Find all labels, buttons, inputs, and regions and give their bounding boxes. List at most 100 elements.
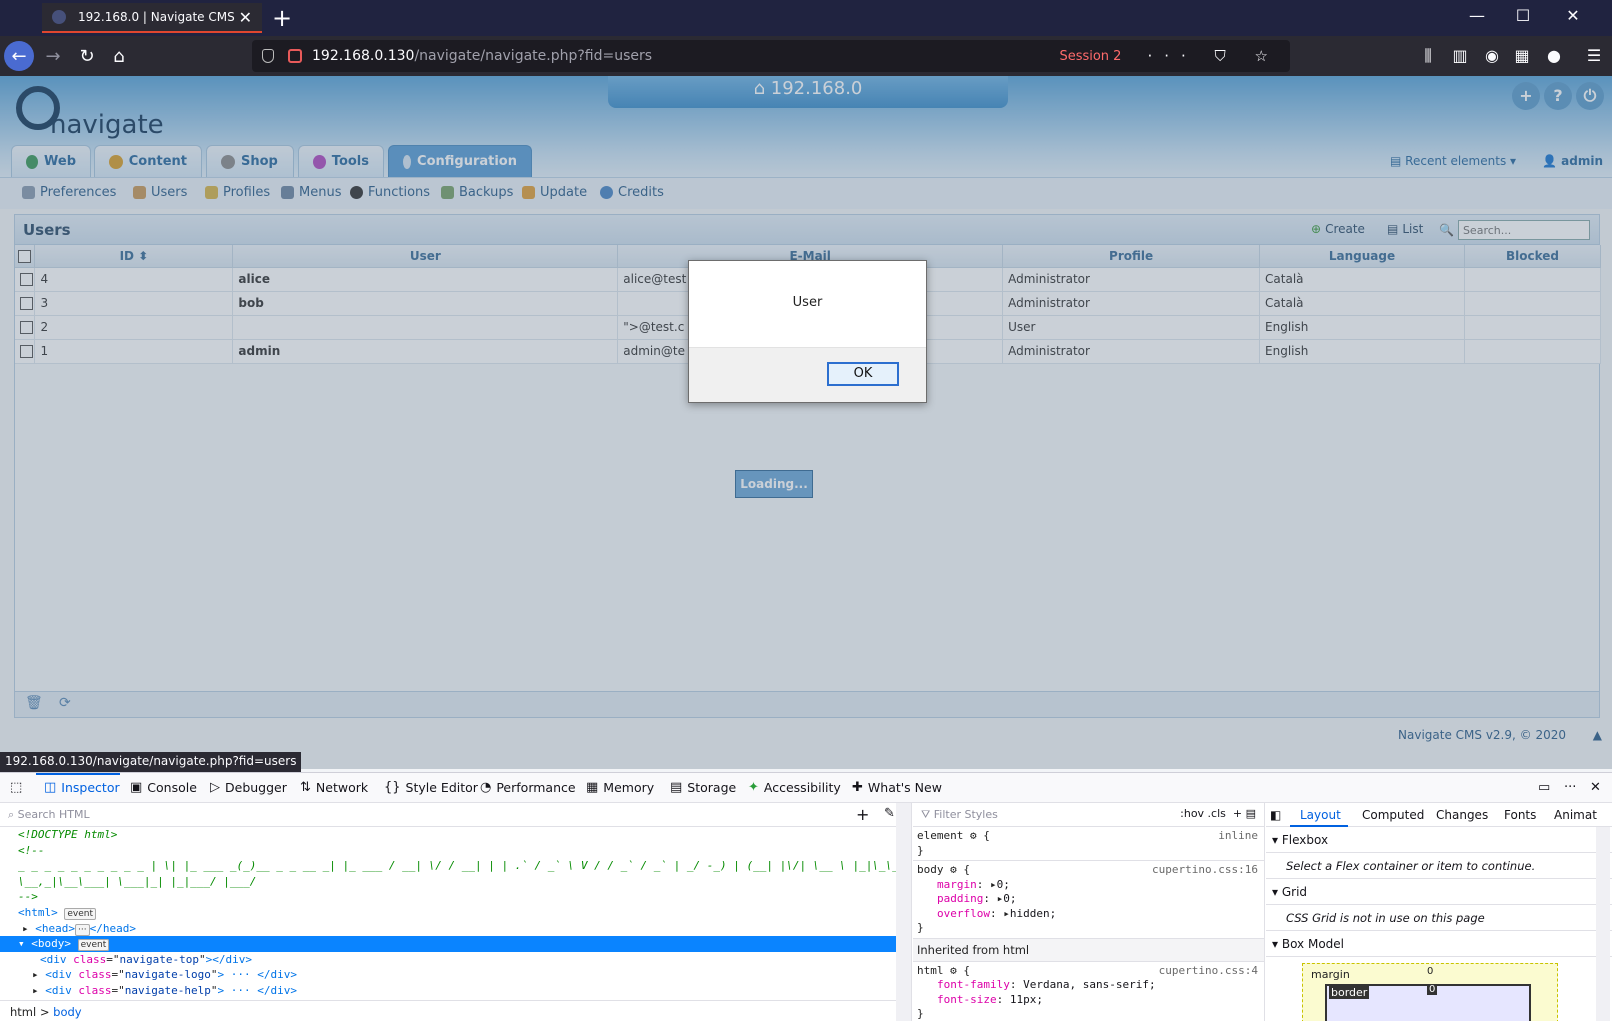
tab-label: Inspector (61, 780, 120, 795)
tab-layout[interactable]: Layout (1300, 808, 1341, 822)
rule-property[interactable]: font-family: Verdana, sans-serif; (917, 978, 1260, 993)
margin-label: margin (1311, 968, 1350, 981)
event-badge[interactable]: event (77, 939, 110, 952)
rule-property[interactable]: overflow: ▸hidden; (917, 907, 1260, 922)
devtools-close-icon[interactable]: ✕ (1590, 780, 1606, 795)
comment-line[interactable]: \__,_|\__\___| \___|_| |_|___/ |___/ (0, 874, 911, 890)
event-badge[interactable]: event (64, 907, 97, 920)
back-button[interactable]: ← (4, 41, 34, 71)
toggle-sidebar-icon[interactable]: ◧ (1270, 808, 1281, 822)
div-node[interactable]: ▸ <div class="navigate-logo"> ··· </div> (0, 967, 911, 983)
tab-computed[interactable]: Computed (1362, 808, 1424, 822)
tab-animations[interactable]: Animat (1554, 808, 1597, 822)
storage-icon: ▤ (670, 780, 683, 795)
element-picker-icon[interactable]: ⬚ (10, 780, 27, 795)
page-actions-icon[interactable]: ··· ⛉ ☆ (1147, 47, 1280, 65)
doctype-line[interactable]: <!DOCTYPE html> (0, 827, 911, 843)
border-value[interactable]: 0 (1427, 984, 1438, 995)
tab-debugger[interactable]: ▷ Debugger (210, 780, 287, 795)
collapsed-badge[interactable]: ··· (75, 923, 90, 936)
dock-toggle-icon[interactable]: ▭ (1538, 780, 1555, 795)
grid-section[interactable]: ▾ Grid (1266, 879, 1612, 905)
rule-source[interactable]: cupertino.css:16 (1152, 863, 1258, 878)
tab-storage[interactable]: ▤ Storage (670, 780, 736, 795)
body-rule[interactable]: body ⚙ { cupertino.css:16 margin: ▸0; pa… (913, 861, 1264, 939)
devtools-menu-icon[interactable]: ··· (1564, 780, 1581, 795)
maximize-window-icon[interactable]: ☐ (1500, 6, 1546, 25)
ok-button[interactable]: OK (827, 362, 899, 386)
rule-property[interactable]: padding: ▸0; (917, 892, 1260, 907)
home-button[interactable]: ⌂ (104, 41, 134, 71)
breadcrumb-body[interactable]: body (53, 1005, 81, 1019)
search-html-field[interactable]: ⌕ Search HTML + ✎ (0, 803, 911, 827)
browser-tab[interactable]: 192.168.0 | Navigate CMS ✕ (42, 3, 262, 33)
tab-label: Network (315, 780, 369, 795)
tab-accessibility[interactable]: ✦ Accessibility (748, 780, 841, 795)
forward-button[interactable]: → (38, 41, 68, 71)
tab-performance[interactable]: ◔ Performance (480, 780, 576, 795)
tab-style-editor[interactable]: {} Style Editor (384, 780, 478, 795)
filter-styles-field[interactable]: ⛛ Filter Styles :hov .cls + ▤ (913, 803, 1264, 827)
html-rule[interactable]: html ⚙ { cupertino.css:4 font-family: Ve… (913, 962, 1264, 1021)
container-icon[interactable]: ● (1544, 46, 1564, 66)
breadcrumb-html[interactable]: html (10, 1005, 36, 1019)
sidebar-icon[interactable]: ▥ (1450, 46, 1470, 66)
section-label: Box Model (1281, 937, 1344, 951)
tag-tail: > ··· </div> (217, 983, 297, 997)
head-node[interactable]: ▸ <head> ··· </head> (0, 921, 911, 937)
prop-name: padding (937, 892, 984, 905)
search-html-placeholder: Search HTML (17, 808, 90, 821)
account-icon[interactable]: ◉ (1482, 46, 1502, 66)
border-label: border (1329, 986, 1370, 999)
close-window-icon[interactable]: ✕ (1550, 6, 1596, 25)
div-node[interactable]: <div class="navigate-top"></div> (0, 952, 911, 968)
class-value: navigate-logo (124, 968, 211, 982)
tab-network[interactable]: ⇅ Network (300, 780, 368, 795)
tab-label: Storage (687, 780, 737, 795)
rule-property[interactable]: font-size: 11px; (917, 993, 1260, 1008)
tab-whats-new[interactable]: ✚ What's New (852, 780, 942, 795)
tab-memory[interactable]: ▦ Memory (586, 780, 654, 795)
rule-property[interactable]: margin: ▸0; (917, 878, 1260, 893)
flexbox-section[interactable]: ▾ Flexbox (1266, 827, 1612, 853)
tab-console[interactable]: ▣ Console (130, 780, 197, 795)
container-session-label[interactable]: Session 2 (1059, 49, 1121, 64)
hov-cls-toggles[interactable]: :hov .cls (1180, 807, 1226, 820)
url-bar[interactable]: 192.168.0.130 /navigate/navigate.php?fid… (252, 40, 1290, 72)
add-node-icon[interactable]: + (856, 805, 869, 824)
comment-line[interactable]: --> (0, 889, 911, 905)
library-icon[interactable]: ⫼ (1418, 46, 1438, 66)
menu-icon[interactable]: ☰ (1584, 46, 1604, 66)
inherited-header: Inherited from html (913, 938, 1264, 962)
comment-line[interactable]: <!-- (0, 843, 911, 859)
box-model-section[interactable]: ▾ Box Model (1266, 931, 1612, 957)
close-tab-icon[interactable]: ✕ (239, 8, 252, 27)
markup-scrollbar[interactable] (896, 803, 911, 1021)
browser-nav-bar: ← → ↻ ⌂ 192.168.0.130 /navigate/navigate… (0, 36, 1612, 76)
div-node[interactable]: ▸ <div class="navigate-help"> ··· </div> (0, 983, 911, 999)
insecure-lock-icon[interactable] (288, 49, 302, 63)
eyedropper-icon[interactable]: ✎ (884, 806, 895, 821)
network-icon: ⇅ (300, 780, 311, 795)
layout-scrollbar[interactable] (1596, 827, 1610, 1021)
active-layout-tab-indicator (1290, 825, 1348, 827)
tab-inspector[interactable]: ◫ Inspector (44, 780, 120, 795)
element-rule[interactable]: element ⚙ { inline } (913, 827, 1264, 861)
tab-fonts[interactable]: Fonts (1504, 808, 1536, 822)
margin-value[interactable]: 0 (1427, 966, 1433, 977)
new-tab-button[interactable]: + (272, 4, 292, 32)
rule-source[interactable]: cupertino.css:4 (1159, 964, 1258, 979)
rule-source[interactable]: inline (1218, 829, 1258, 844)
comment-line[interactable]: _ _ _ _ _ _ _ _ _ _ | \| |_ ___ _(_)__ _… (0, 858, 911, 874)
html-node[interactable]: <html> event (0, 905, 911, 921)
tracking-shield-icon[interactable] (262, 49, 274, 63)
gift-icon: ✚ (852, 780, 863, 795)
tab-changes[interactable]: Changes (1436, 808, 1488, 822)
tab-label: Console (147, 780, 197, 795)
body-node-selected[interactable]: ▾ <body> event (0, 936, 911, 952)
alert-dialog: User OK (688, 260, 927, 403)
extensions-icon[interactable]: ▦ (1512, 46, 1532, 66)
minimize-window-icon[interactable]: — (1454, 6, 1500, 25)
rule-tools[interactable]: :hov .cls + ▤ (1180, 807, 1256, 820)
reload-button[interactable]: ↻ (72, 41, 102, 71)
